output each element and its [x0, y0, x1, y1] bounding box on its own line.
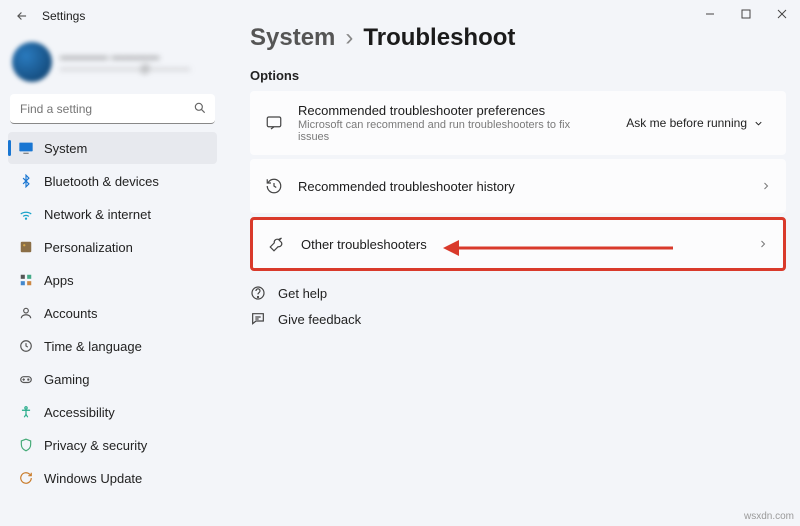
network-icon	[18, 206, 34, 222]
link-label: Give feedback	[278, 312, 361, 327]
accounts-icon	[18, 305, 34, 321]
watermark: wsxdn.com	[744, 511, 794, 522]
breadcrumb-parent[interactable]: System	[250, 24, 335, 52]
sidebar-label: Apps	[44, 273, 74, 288]
sidebar-label: Accounts	[44, 306, 97, 321]
preference-dropdown[interactable]: Ask me before running	[618, 112, 772, 134]
sidebar-item-accessibility[interactable]: Accessibility	[8, 396, 217, 428]
chevron-right-icon: ›	[345, 24, 353, 52]
sidebar-label: Bluetooth & devices	[44, 174, 159, 189]
sidebar-item-time[interactable]: Time & language	[8, 330, 217, 362]
profile-block[interactable]: ———— ———— ————————@————	[8, 36, 217, 92]
sidebar-item-accounts[interactable]: Accounts	[8, 297, 217, 329]
sidebar-item-bluetooth[interactable]: Bluetooth & devices	[8, 165, 217, 197]
search-input[interactable]	[10, 94, 215, 124]
time-icon	[18, 338, 34, 354]
app-title: Settings	[42, 9, 85, 23]
card-preferences[interactable]: Recommended troubleshooter preferences M…	[250, 91, 786, 155]
sidebar-item-system[interactable]: System	[8, 132, 217, 164]
card-history[interactable]: Recommended troubleshooter history	[250, 159, 786, 213]
breadcrumb: System › Troubleshoot	[250, 24, 786, 52]
card-other-troubleshooters[interactable]: Other troubleshooters	[250, 217, 786, 271]
sidebar-label: Personalization	[44, 240, 133, 255]
sidebar-label: System	[44, 141, 87, 156]
sidebar-item-personalization[interactable]: Personalization	[8, 231, 217, 263]
sidebar-item-network[interactable]: Network & internet	[8, 198, 217, 230]
sidebar-label: Time & language	[44, 339, 142, 354]
history-icon	[264, 177, 284, 195]
privacy-icon	[18, 437, 34, 453]
update-icon	[18, 470, 34, 486]
wrench-icon	[267, 235, 287, 253]
bluetooth-icon	[18, 173, 34, 189]
avatar	[12, 42, 52, 82]
profile-name: ———— ————	[60, 50, 190, 64]
system-icon	[18, 140, 34, 156]
sidebar-label: Privacy & security	[44, 438, 147, 453]
section-heading: Options	[250, 68, 786, 83]
annotation-arrow	[443, 236, 673, 260]
chat-icon	[264, 114, 284, 132]
search-field[interactable]	[10, 94, 215, 124]
sidebar-item-apps[interactable]: Apps	[8, 264, 217, 296]
apps-icon	[18, 272, 34, 288]
card-title: Recommended troubleshooter history	[298, 179, 746, 194]
link-label: Get help	[278, 286, 327, 301]
sidebar-item-update[interactable]: Windows Update	[8, 462, 217, 494]
card-subtitle: Microsoft can recommend and run troubles…	[298, 119, 604, 143]
gaming-icon	[18, 371, 34, 387]
chevron-right-icon	[760, 180, 772, 192]
give-feedback-link[interactable]: Give feedback	[250, 311, 786, 327]
feedback-icon	[250, 311, 268, 327]
back-button[interactable]	[8, 2, 36, 30]
sidebar-item-privacy[interactable]: Privacy & security	[8, 429, 217, 461]
page-title: Troubleshoot	[363, 24, 515, 52]
sidebar-label: Gaming	[44, 372, 90, 387]
dropdown-value: Ask me before running	[626, 116, 747, 130]
chevron-down-icon	[753, 118, 764, 129]
profile-email: ————————@————	[60, 64, 190, 75]
chevron-right-icon	[757, 238, 769, 250]
sidebar-label: Network & internet	[44, 207, 151, 222]
sidebar-label: Windows Update	[44, 471, 142, 486]
accessibility-icon	[18, 404, 34, 420]
help-icon	[250, 285, 268, 301]
search-icon	[193, 101, 207, 115]
sidebar-nav: System Bluetooth & devices Network & int…	[8, 132, 217, 494]
sidebar-item-gaming[interactable]: Gaming	[8, 363, 217, 395]
personalization-icon	[18, 239, 34, 255]
sidebar-label: Accessibility	[44, 405, 115, 420]
get-help-link[interactable]: Get help	[250, 285, 786, 301]
card-title: Recommended troubleshooter preferences	[298, 103, 604, 118]
